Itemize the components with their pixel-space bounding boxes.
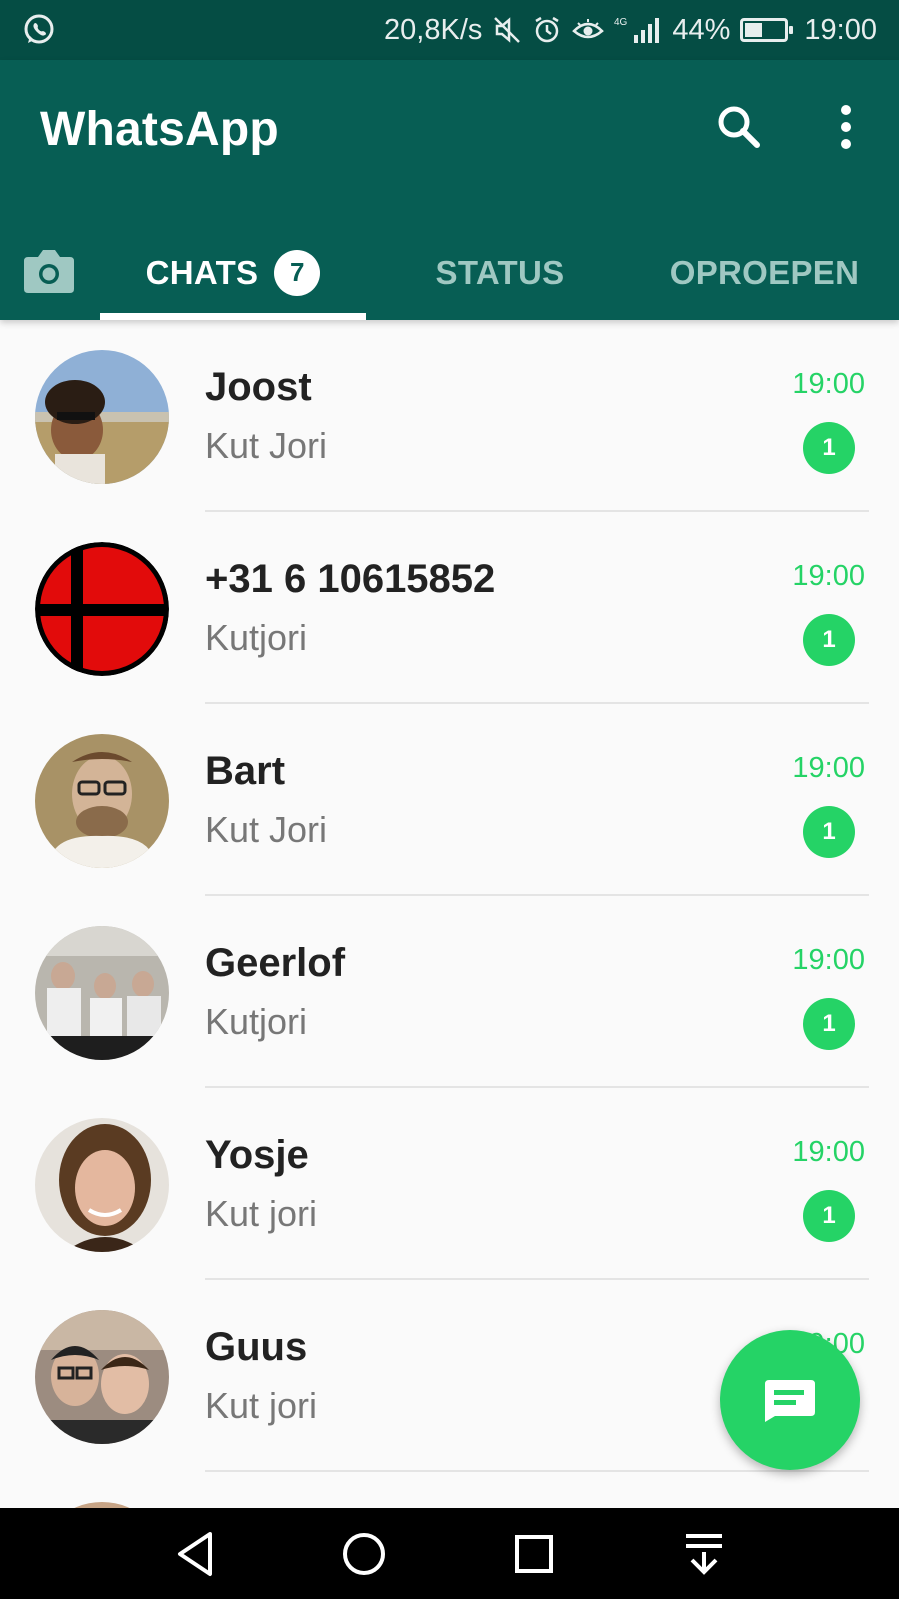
status-time: 19:00 xyxy=(804,13,877,46)
chat-row-bart[interactable]: Bart Kut Jori 19:00 1 xyxy=(0,704,899,896)
tab-calls-label: OPROEPEN xyxy=(669,253,860,291)
chat-last-message: Kutjori xyxy=(205,1001,308,1042)
whatsapp-icon xyxy=(24,14,54,44)
tab-status-label: STATUS xyxy=(435,253,565,291)
chat-last-message: Kut jori xyxy=(205,1385,318,1426)
app-title: WhatsApp xyxy=(40,103,279,156)
tab-chats[interactable]: CHATS 7 xyxy=(100,225,366,320)
chat-last-message: Kut Jori xyxy=(205,809,328,850)
new-chat-button[interactable] xyxy=(720,1330,860,1470)
search-icon xyxy=(718,106,760,148)
avatar[interactable] xyxy=(35,1310,169,1444)
nav-back-button[interactable] xyxy=(170,1528,222,1580)
nav-home-button[interactable] xyxy=(338,1528,390,1580)
nav-recents-button[interactable] xyxy=(508,1528,560,1580)
new-chat-icon xyxy=(765,1380,815,1422)
chat-row-yosje[interactable]: Yosje Kut jori 19:00 1 xyxy=(0,1088,899,1280)
app-bar: WhatsApp CHATS 7 STATUS OPROEPEN xyxy=(0,60,899,320)
recents-icon xyxy=(515,1535,553,1573)
home-icon xyxy=(343,1533,385,1575)
tab-status[interactable]: STATUS xyxy=(370,225,630,320)
signal-4g-icon: 4G xyxy=(614,17,660,43)
back-icon xyxy=(178,1532,212,1576)
more-vert-icon xyxy=(841,105,851,149)
chat-row-partial[interactable] xyxy=(0,1472,899,1508)
chat-row-joost[interactable]: Joost Kut Jori 19:00 1 xyxy=(0,320,899,512)
more-options-button[interactable] xyxy=(818,100,874,156)
chat-time: 19:00 xyxy=(792,560,865,592)
search-button[interactable] xyxy=(712,100,768,156)
chat-last-message: Kut Jori xyxy=(205,425,328,466)
eye-comfort-icon xyxy=(572,19,605,39)
avatar[interactable] xyxy=(35,1118,169,1252)
mute-icon xyxy=(494,17,521,43)
notification-pull-icon xyxy=(686,1534,722,1575)
tab-bar: CHATS 7 STATUS OPROEPEN xyxy=(0,225,899,320)
chat-list: Joost Kut Jori 19:00 1 +31 6 10615852 Ku… xyxy=(0,320,899,1508)
avatar[interactable] xyxy=(35,926,169,1060)
chat-last-message: Kutjori xyxy=(205,617,308,658)
status-bar: 20,8K/s 4G 44% 19:00 xyxy=(0,0,899,60)
unread-badge: 1 xyxy=(803,614,855,666)
chat-time: 19:00 xyxy=(792,752,865,784)
chat-time: 19:00 xyxy=(792,368,865,400)
nav-notification-button[interactable] xyxy=(678,1528,730,1580)
avatar[interactable] xyxy=(35,542,169,676)
chat-name: Guus xyxy=(205,1325,308,1369)
chat-time: 19:00 xyxy=(792,944,865,976)
chat-name: +31 6 10615852 xyxy=(205,557,496,601)
unread-badge: 1 xyxy=(803,998,855,1050)
chat-last-message: Kut jori xyxy=(205,1193,318,1234)
tab-chats-badge: 7 xyxy=(274,249,321,296)
chat-row-geerlof[interactable]: Geerlof Kutjori 19:00 1 xyxy=(0,896,899,1088)
tab-chats-label: CHATS xyxy=(145,253,259,291)
svg-text:4G: 4G xyxy=(614,17,628,28)
alarm-icon xyxy=(535,16,560,43)
navigation-bar xyxy=(0,1508,899,1599)
network-speed: 20,8K/s xyxy=(384,13,483,46)
chat-name: Bart xyxy=(205,749,286,793)
unread-badge: 1 xyxy=(803,1190,855,1242)
chat-name: Geerlof xyxy=(205,941,346,985)
chat-name: Yosje xyxy=(205,1133,309,1177)
tab-indicator xyxy=(100,313,366,320)
avatar[interactable] xyxy=(35,734,169,868)
camera-icon[interactable] xyxy=(20,247,78,297)
chat-name: Joost xyxy=(205,365,312,409)
chat-time: 19:00 xyxy=(792,1136,865,1168)
unread-badge: 1 xyxy=(803,806,855,858)
battery-percent: 44% xyxy=(672,13,731,46)
unread-badge: 1 xyxy=(803,422,855,474)
chat-row-phone-number[interactable]: +31 6 10615852 Kutjori 19:00 1 xyxy=(0,512,899,704)
avatar[interactable] xyxy=(35,350,169,484)
tab-calls[interactable]: OPROEPEN xyxy=(630,225,899,320)
battery-icon xyxy=(740,18,794,42)
